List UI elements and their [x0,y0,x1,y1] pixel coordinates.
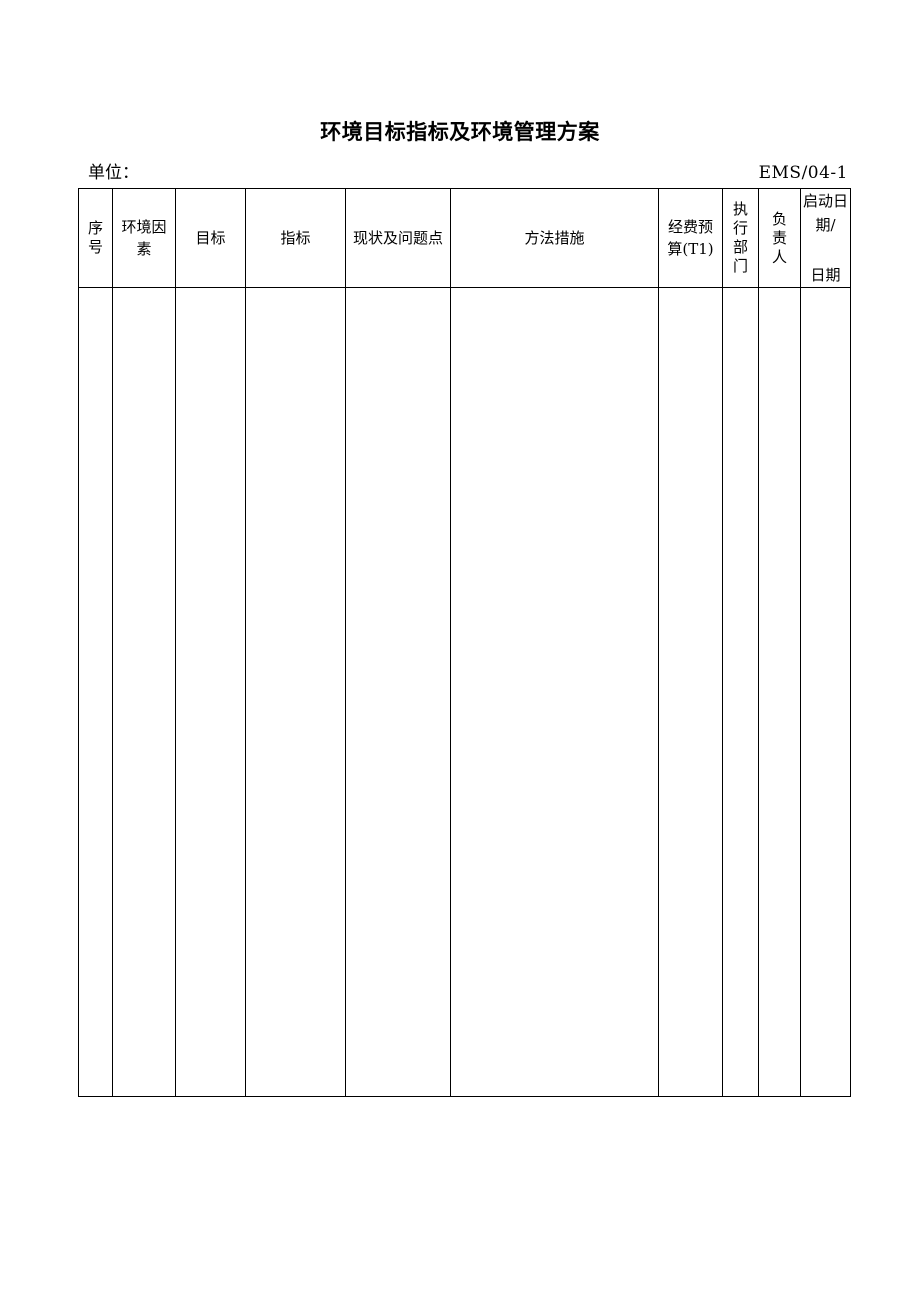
cell-measures[interactable] [450,287,659,1097]
form-meta-row: 单位： EMS/04-1 [78,160,850,186]
column-header-budget-label: 经费预算(T1) [667,218,714,258]
unit-label: 单位： [88,163,139,183]
column-header-env-factor: 环境因素 [112,188,176,288]
column-header-dates: 启动日期/ 日期 [800,188,851,288]
column-header-env-factor-label: 环境因素 [121,218,167,258]
cell-indicator[interactable] [245,287,346,1097]
table-header-row: 序号 环境因素 目标 指标 现状及问题点 方法措施 经费预算(T1) 执行部门 … [78,188,851,288]
column-header-department-label: 执行部门 [732,200,748,275]
cell-dates[interactable] [800,287,851,1097]
column-header-objective-label: 目标 [195,229,226,247]
page-title: 环境目标指标及环境管理方案 [320,120,600,144]
document-page: 环境目标指标及环境管理方案 单位： EMS/04-1 序号 环境因素 目标 指标… [0,0,920,1301]
column-header-indicator: 指标 [245,188,346,288]
column-header-date-start-label: 启动日期/ [803,192,849,234]
column-header-status: 现状及问题点 [345,188,451,288]
column-header-measures-label: 方法措施 [524,229,585,247]
cell-env-factor[interactable] [112,287,176,1097]
column-header-date-end-label: 日期 [810,266,841,284]
column-header-status-label: 现状及问题点 [352,229,443,247]
column-header-objective: 目标 [175,188,246,288]
cell-budget[interactable] [658,287,723,1097]
column-header-seq-label: 序号 [87,219,103,256]
table-row[interactable] [78,287,851,1097]
column-header-department: 执行部门 [722,188,759,288]
cell-owner[interactable] [758,287,801,1097]
form-code: EMS/04-1 [758,163,848,183]
environmental-objectives-table: 序号 环境因素 目标 指标 现状及问题点 方法措施 经费预算(T1) 执行部门 … [78,188,851,1097]
column-header-owner-label: 负责人 [771,209,787,266]
column-header-budget: 经费预算(T1) [658,188,723,288]
cell-objective[interactable] [175,287,246,1097]
column-header-seq: 序号 [78,188,113,288]
column-header-measures: 方法措施 [450,188,659,288]
column-header-owner: 负责人 [758,188,801,288]
cell-seq[interactable] [78,287,113,1097]
cell-status[interactable] [345,287,451,1097]
cell-department[interactable] [722,287,759,1097]
date-header-spacer [803,237,848,263]
column-header-indicator-label: 指标 [280,229,311,247]
